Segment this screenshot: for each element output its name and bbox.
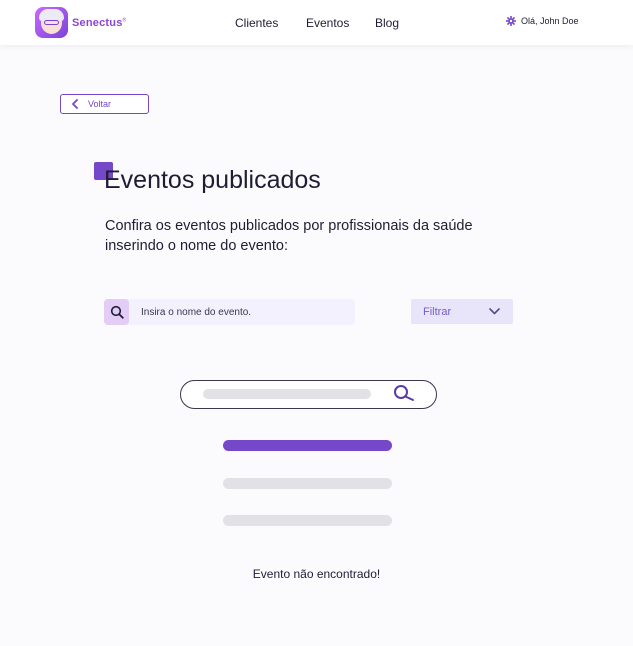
nav-link-eventos[interactable]: Eventos [306,16,349,30]
brand-name: Senectus® [72,16,127,29]
illustration-result-line [223,478,392,489]
page-subtitle: Confira os eventos publicados por profis… [105,218,473,254]
search-icon [110,305,124,319]
gear-icon [506,16,516,26]
empty-state-message: Evento não encontrado! [252,567,381,581]
illustration-search-icon [394,385,408,399]
filter-dropdown[interactable]: Filtrar [411,299,513,324]
page-title: Eventos publicados [104,166,321,194]
illustration-search-bar [180,380,437,409]
illustration-result-highlight [223,440,392,451]
logo-avatar-icon [35,7,68,38]
search-button[interactable] [104,299,129,325]
filter-label: Filtrar [423,305,452,318]
back-button[interactable]: Voltar [60,94,149,114]
event-search-bar [104,299,355,325]
top-navbar: Senectus® Clientes Eventos Blog Olá, Joh… [0,0,633,45]
illustration-result-line [223,515,392,526]
chevron-left-icon [72,99,78,109]
back-button-label: Voltar [88,99,112,109]
brand-logo[interactable]: Senectus® [35,7,126,38]
search-input[interactable] [141,306,341,318]
nav-link-clientes[interactable]: Clientes [235,16,278,30]
chevron-down-icon [489,308,500,315]
user-greeting: Olá, John Doe [521,16,579,26]
nav-link-blog[interactable]: Blog [375,16,399,30]
illustration-search-text [203,389,371,399]
user-menu[interactable]: Olá, John Doe [506,16,579,26]
